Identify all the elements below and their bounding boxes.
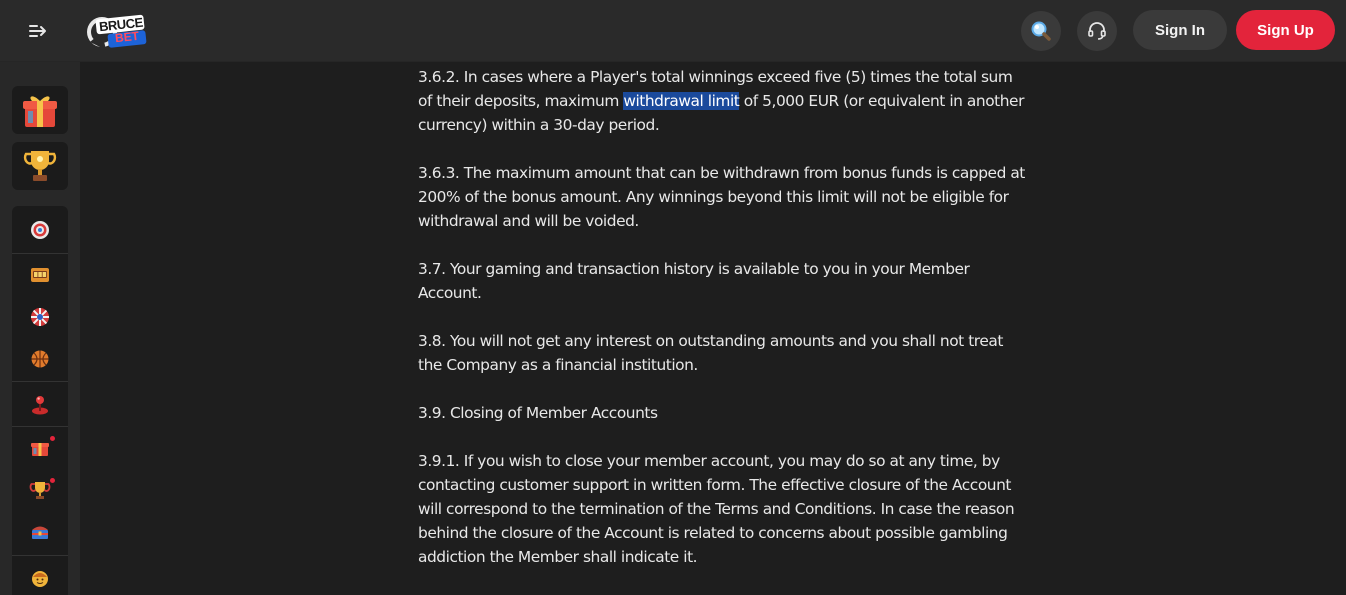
expand-sidebar-icon[interactable] — [26, 18, 52, 44]
sidebar-nav — [12, 206, 68, 595]
gift-icon — [31, 443, 49, 456]
treasure-chest-icon — [32, 526, 48, 539]
joystick-icon — [32, 396, 48, 415]
headset-icon — [1088, 22, 1106, 40]
logo-text-bottom: BET — [114, 28, 140, 46]
sign-in-button[interactable]: Sign In — [1133, 10, 1227, 50]
promo-trophy-tile[interactable] — [12, 142, 68, 190]
top-header: BRUCE BET Sign In Sign Up — [0, 0, 1346, 62]
brucebet-logo[interactable]: BRUCE BET — [84, 10, 150, 52]
left-sidebar — [0, 62, 80, 595]
clause-3-6-3: 3.6.3. The maximum amount that can be wi… — [418, 164, 1025, 230]
sidebar-item-target[interactable] — [12, 210, 68, 250]
roulette-wheel-icon — [31, 308, 49, 326]
sidebar-item-sports[interactable] — [12, 339, 68, 379]
sign-up-button[interactable]: Sign Up — [1236, 10, 1335, 50]
basketball-icon — [31, 350, 49, 368]
search-button[interactable] — [1021, 11, 1061, 51]
clause-3-9-heading: 3.9. Closing of Member Accounts — [418, 404, 658, 422]
support-button[interactable] — [1077, 11, 1117, 51]
sidebar-item-bonuses[interactable] — [12, 428, 68, 468]
sidebar-item-slots[interactable] — [12, 255, 68, 295]
selected-text: withdrawal limit — [623, 92, 740, 110]
sidebar-item-treasure[interactable] — [12, 512, 68, 552]
sidebar-item-roulette[interactable] — [12, 297, 68, 337]
target-icon — [31, 221, 49, 239]
notification-dot — [50, 478, 55, 483]
winner-cup-icon — [29, 482, 51, 499]
face-icon — [32, 571, 48, 587]
notification-dot — [50, 436, 55, 441]
promo-gift-tile[interactable] — [12, 86, 68, 134]
sidebar-item-profile[interactable] — [12, 559, 68, 595]
sidebar-item-games[interactable] — [12, 385, 68, 425]
sidebar-item-tournaments[interactable] — [12, 470, 68, 510]
clause-3-8: 3.8. You will not get any interest on ou… — [418, 332, 1003, 374]
clause-3-7: 3.7. Your gaming and transaction history… — [418, 260, 970, 302]
trophy-icon — [23, 151, 57, 181]
slot-machine-icon — [31, 268, 49, 282]
clause-3-6-2: 3.6.2. In cases where a Player's total w… — [418, 65, 1028, 137]
search-icon — [1031, 21, 1051, 41]
gift-box-icon — [23, 96, 57, 127]
clause-3-9-1: 3.9.1. If you wish to close your member … — [418, 452, 1015, 566]
